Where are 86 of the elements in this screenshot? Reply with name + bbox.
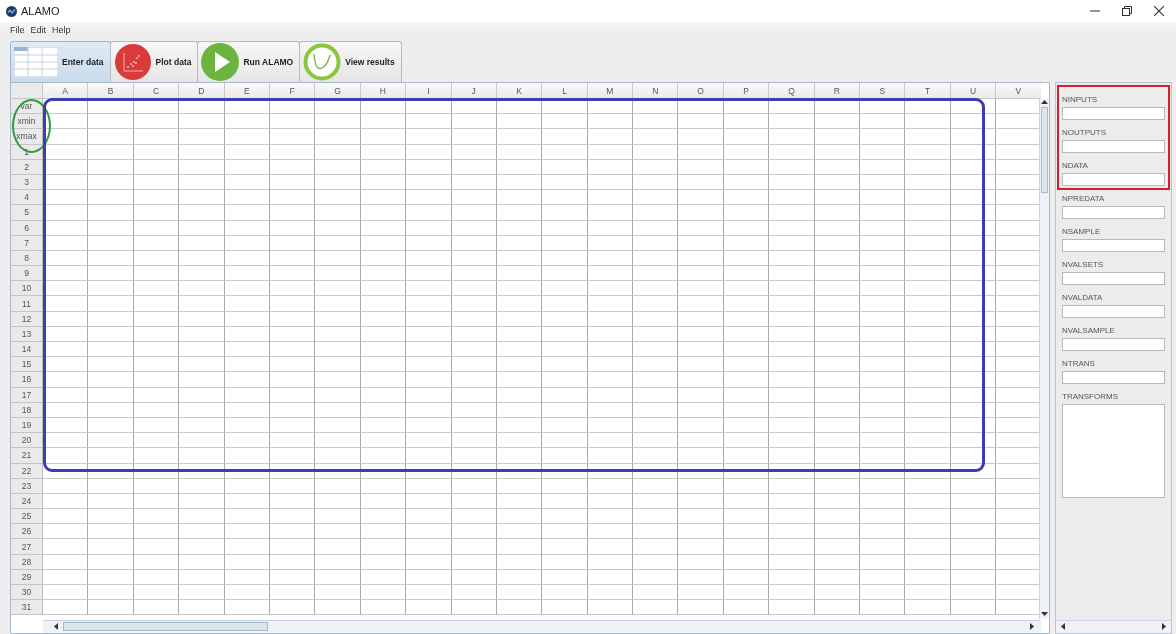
horizontal-scrollbar[interactable]	[1056, 620, 1171, 633]
row-header[interactable]: 4	[11, 190, 43, 206]
table-icon	[14, 47, 58, 77]
column-header[interactable]: R	[814, 83, 861, 99]
column-header[interactable]: J	[451, 83, 497, 99]
window-title: ALAMO	[21, 5, 61, 17]
menu-item[interactable]: Edit	[30, 24, 47, 35]
app-logo-icon	[6, 5, 17, 17]
field-label: NDATA	[1062, 160, 1089, 170]
text-area[interactable]	[1062, 404, 1165, 498]
field-label: NOUTPUTS	[1062, 127, 1107, 137]
column-header[interactable]: F	[269, 83, 316, 99]
menu-item[interactable]: File	[10, 24, 25, 35]
row-header[interactable]: 30	[11, 585, 43, 601]
column-header[interactable]: B	[88, 83, 134, 99]
column-header[interactable]: P	[723, 83, 770, 99]
scroll-left-icon[interactable]	[53, 622, 59, 631]
field-label: NTRANS	[1062, 358, 1096, 368]
field-label: NVALDATA	[1062, 292, 1104, 302]
scroll-up-icon[interactable]	[1040, 99, 1049, 105]
row-header[interactable]: xmax	[11, 129, 43, 145]
column-header[interactable]: N	[633, 83, 679, 99]
row-header[interactable]: 21	[11, 448, 43, 464]
field-label: NVALSAMPLE	[1062, 325, 1116, 335]
row-header[interactable]: 20	[11, 433, 43, 449]
input-field[interactable]	[1062, 371, 1165, 384]
column-header[interactable]: H	[360, 83, 407, 99]
column-header[interactable]: I	[406, 83, 452, 99]
field-label: TRANSFORMS	[1062, 391, 1119, 401]
row-header[interactable]: 5	[11, 205, 43, 221]
column-header[interactable]: G	[315, 83, 361, 99]
row-header[interactable]: 16	[11, 372, 43, 388]
row-header[interactable]: xmin	[11, 114, 43, 130]
input-field[interactable]	[1062, 140, 1165, 153]
scroll-thumb[interactable]	[1041, 107, 1048, 193]
input-field[interactable]	[1062, 206, 1165, 219]
field-label: NINPUTS	[1062, 94, 1099, 104]
row-header[interactable]: 15	[11, 357, 43, 373]
column-header[interactable]: D	[179, 83, 225, 99]
vertical-scrollbar[interactable]	[1039, 99, 1049, 619]
row-header[interactable]: 26	[11, 524, 43, 540]
scatter-plot-icon	[113, 43, 152, 81]
field-label: NPREDATA	[1062, 193, 1106, 203]
horizontal-scrollbar[interactable]	[43, 620, 1041, 633]
column-header[interactable]: V	[996, 83, 1041, 99]
corner-cell[interactable]	[11, 83, 43, 99]
column-header[interactable]: A	[43, 83, 89, 99]
row-header[interactable]: var	[11, 99, 43, 115]
field-label: NVALSETS	[1062, 259, 1105, 269]
column-header[interactable]: M	[587, 83, 634, 99]
scroll-left-icon[interactable]	[1060, 622, 1066, 631]
column-header[interactable]: U	[950, 83, 997, 99]
column-header[interactable]: Q	[769, 83, 815, 99]
close-icon[interactable]	[1154, 6, 1164, 16]
input-field[interactable]	[1062, 338, 1165, 351]
scroll-thumb[interactable]	[63, 622, 268, 631]
row-header[interactable]: 27	[11, 539, 43, 555]
column-header[interactable]: O	[678, 83, 724, 99]
column-header[interactable]: S	[860, 83, 906, 99]
restore-icon[interactable]	[1122, 6, 1132, 16]
tab[interactable]: Run ALAMO	[197, 41, 301, 82]
input-field[interactable]	[1062, 107, 1165, 120]
input-field[interactable]	[1062, 272, 1165, 285]
scroll-down-icon[interactable]	[1040, 611, 1049, 617]
row-header[interactable]: 10	[11, 281, 43, 297]
column-header[interactable]: C	[133, 83, 180, 99]
input-field[interactable]	[1062, 305, 1165, 318]
row-header[interactable]: 14	[11, 342, 43, 358]
column-header[interactable]: K	[496, 83, 543, 99]
row-header[interactable]: 11	[11, 296, 43, 312]
field-label: NSAMPLE	[1062, 226, 1102, 236]
tab[interactable]: View results	[299, 41, 402, 82]
menu-item[interactable]: Help	[52, 24, 71, 35]
curve-chart-icon	[303, 43, 342, 81]
row-header[interactable]: 9	[11, 266, 43, 282]
row-header[interactable]: 31	[11, 600, 43, 616]
scroll-right-icon[interactable]	[1161, 622, 1167, 631]
scroll-right-icon[interactable]	[1029, 622, 1035, 631]
column-header[interactable]: T	[905, 83, 951, 99]
tab[interactable]: Enter data	[10, 41, 111, 82]
tab[interactable]: Plot data	[109, 41, 199, 82]
input-field[interactable]	[1062, 173, 1165, 186]
column-header[interactable]: L	[542, 83, 588, 99]
input-field[interactable]	[1062, 239, 1165, 252]
row-header[interactable]: 25	[11, 509, 43, 525]
column-header[interactable]: E	[224, 83, 270, 99]
